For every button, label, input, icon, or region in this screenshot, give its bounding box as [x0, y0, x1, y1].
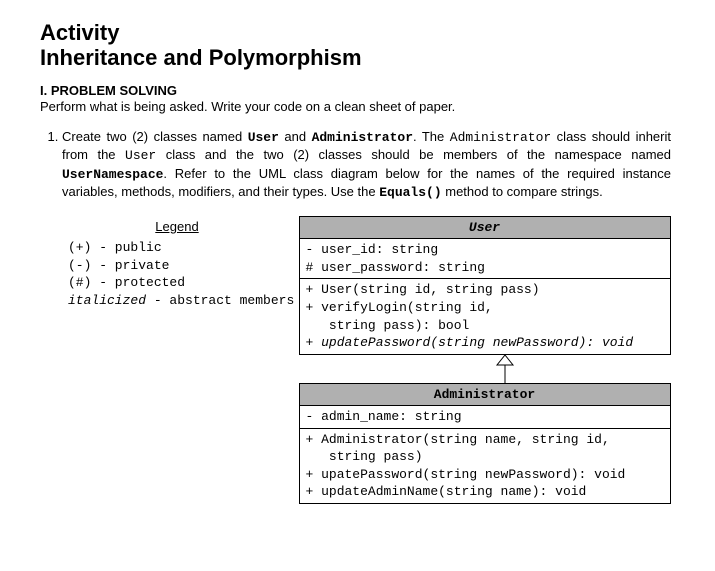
- p1-code-equals: Equals(): [379, 185, 441, 200]
- uml-admin-title: Administrator: [300, 384, 670, 407]
- activity-title-1: Activity: [40, 20, 675, 45]
- inheritance-arrow-icon: [495, 355, 515, 383]
- p1-text: Create two (2) classes named: [62, 129, 248, 144]
- section-heading: I. PROBLEM SOLVING: [40, 83, 675, 98]
- uml-admin-methods: + Administrator(string name, string id, …: [300, 429, 670, 503]
- legend-line: (#) - protected: [68, 274, 292, 292]
- activity-title-2: Inheritance and Polymorphism: [40, 45, 675, 70]
- uml-field: - admin_name: string: [306, 408, 664, 426]
- p1-text: method to compare strings.: [442, 184, 603, 199]
- legend-line: italicized - abstract members: [68, 292, 292, 310]
- problem-1: Create two (2) classes named User and Ad…: [62, 128, 675, 504]
- p1-text: and: [279, 129, 312, 144]
- legend-italic: italicized: [68, 293, 146, 308]
- legend-text: - abstract members: [146, 293, 294, 308]
- uml-method: + Administrator(string name, string id,: [306, 431, 664, 449]
- legend-line: (+) - public: [68, 239, 292, 257]
- uml-method: + upatePassword(string newPassword): voi…: [306, 466, 664, 484]
- uml-user-fields: - user_id: string# user_password: string: [300, 239, 670, 279]
- page: Activity Inheritance and Polymorphism I.…: [0, 0, 715, 544]
- uml-admin-fields: - admin_name: string: [300, 406, 670, 429]
- p1-code-user2: User: [125, 148, 156, 163]
- p1-code-user: User: [248, 130, 279, 145]
- p1-text: class and the two (2) classes should be …: [156, 147, 671, 162]
- uml-user-box: User - user_id: string# user_password: s…: [299, 216, 671, 355]
- problem-list: Create two (2) classes named User and Ad…: [40, 128, 675, 504]
- uml-field: - user_id: string: [306, 241, 664, 259]
- p1-text: . The: [413, 129, 450, 144]
- uml-field: # user_password: string: [306, 259, 664, 277]
- uml-method: + verifyLogin(string id,: [306, 299, 664, 317]
- uml-method: string pass): [306, 448, 664, 466]
- legend-title: Legend: [62, 218, 292, 236]
- uml-user-methods: + User(string id, string pass)+ verifyLo…: [300, 279, 670, 353]
- uml-user-title: User: [300, 217, 670, 240]
- uml-method: string pass): bool: [306, 317, 664, 335]
- uml-method-abstract: + updatePassword(string newPassword): vo…: [306, 334, 664, 352]
- p1-code-ns: UserNamespace: [62, 167, 163, 182]
- uml-method: + User(string id, string pass): [306, 281, 664, 299]
- legend: Legend (+) - public(-) - private(#) - pr…: [62, 216, 292, 310]
- legend-body: (+) - public(-) - private(#) - protected…: [62, 239, 292, 309]
- legend-line: (-) - private: [68, 257, 292, 275]
- uml-column: User - user_id: string# user_password: s…: [298, 216, 671, 504]
- diagram-area: Legend (+) - public(-) - private(#) - pr…: [62, 216, 671, 504]
- p1-code-admin2: Administrator: [450, 130, 551, 145]
- section-sub: Perform what is being asked. Write your …: [40, 99, 675, 114]
- uml-admin-box: Administrator - admin_name: string + Adm…: [299, 383, 671, 504]
- p1-code-admin: Administrator: [312, 130, 413, 145]
- uml-method: + updateAdminName(string name): void: [306, 483, 664, 501]
